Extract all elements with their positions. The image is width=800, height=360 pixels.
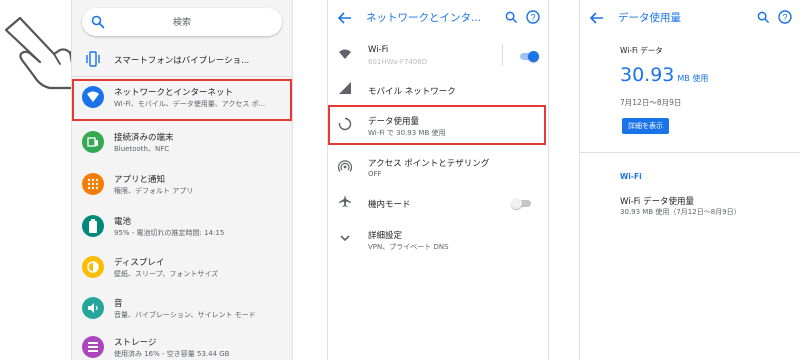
- battery-icon: [82, 215, 104, 237]
- network-item-subtitle: OFF: [368, 170, 382, 178]
- settings-item-title: ストレージ: [114, 338, 157, 348]
- storage-icon: [82, 336, 104, 358]
- settings-item-subtitle: 使用済み 16% - 空き容量 53.44 GB: [114, 350, 230, 358]
- search-placeholder: 検索: [172, 18, 191, 28]
- data-usage-toolbar: データ使用量 ?: [580, 0, 800, 36]
- wifi-data-label: Wi-Fi データ: [620, 46, 663, 55]
- network-item-wifi[interactable]: Wi-Fi 601HWa-F7408D: [328, 38, 548, 74]
- highlight-data-usage-item: [328, 105, 546, 145]
- wifi-signal-icon: [339, 49, 351, 59]
- settings-search-bar[interactable]: 検索: [82, 8, 282, 36]
- network-item-airplane[interactable]: 機内モード: [328, 185, 548, 221]
- chevron-down-icon: [340, 235, 350, 242]
- wifi-usage-subtitle: 30.93 MB 使用（7月12日～8月9日）: [620, 208, 741, 216]
- network-item-title: アクセス ポイントとテザリング: [368, 159, 490, 169]
- settings-item-title: 電池: [114, 217, 132, 227]
- svg-text:?: ?: [530, 13, 535, 23]
- network-toolbar: ネットワークとインタ... ?: [328, 0, 548, 36]
- highlight-network-item: [72, 79, 292, 121]
- wifi-usage-item[interactable]: Wi-Fi データ使用量 30.93 MB 使用（7月12日～8月9日）: [580, 190, 800, 226]
- network-item-mobile[interactable]: モバイル ネットワーク: [328, 72, 548, 108]
- network-item-advanced[interactable]: 詳細設定 VPN、プライベート DNS: [328, 222, 548, 258]
- network-item-title: Wi-Fi: [368, 45, 389, 55]
- vibrate-icon: [82, 48, 104, 70]
- wifi-section-header: Wi-Fi: [620, 172, 642, 181]
- network-item-subtitle: 601HWa-F7408D: [368, 58, 428, 66]
- settings-item-subtitle: 音量、バイブレーション、サイレント モード: [114, 311, 256, 319]
- settings-item-subtitle: Bluetooth、NFC: [114, 145, 170, 153]
- search-icon[interactable]: [757, 11, 770, 24]
- settings-item-storage[interactable]: ストレージ 使用済み 16% - 空き容量 53.44 GB: [72, 330, 292, 360]
- page-title: ネットワークとインタ...: [366, 12, 482, 24]
- settings-item-title: アプリと通知: [114, 175, 166, 185]
- display-icon: [82, 256, 104, 278]
- network-item-title: モバイル ネットワーク: [368, 87, 456, 97]
- network-item-title: 詳細設定: [368, 231, 403, 241]
- help-icon[interactable]: ?: [526, 10, 540, 24]
- network-item-title: 機内モード: [368, 200, 411, 210]
- settings-item-apps[interactable]: アプリと通知 権限、デフォルト アプリ: [72, 167, 292, 207]
- settings-item-subtitle: 権限、デフォルト アプリ: [114, 187, 194, 195]
- divider: [580, 152, 800, 153]
- settings-item-sound[interactable]: 音 音量、バイブレーション、サイレント モード: [72, 291, 292, 331]
- airplane-toggle[interactable]: [511, 198, 531, 209]
- usage-amount: 30.93 MB 使用: [620, 64, 708, 86]
- divider: [72, 76, 292, 77]
- settings-item-connected-devices[interactable]: 接続済みの端末 Bluetooth、NFC: [72, 125, 292, 165]
- back-arrow-icon[interactable]: [590, 11, 604, 25]
- apps-icon: [82, 173, 104, 195]
- settings-item-title: スマートフォンはバイブレーショ...: [114, 56, 250, 66]
- data-usage-panel: データ使用量 ? Wi-Fi データ 30.93 MB 使用 7月12日～8月9日…: [579, 0, 800, 360]
- wifi-toggle[interactable]: [518, 51, 539, 62]
- divider: [502, 44, 503, 66]
- help-icon[interactable]: ?: [778, 10, 792, 24]
- settings-item-title: 接続済みの端末: [114, 133, 174, 143]
- search-icon[interactable]: [505, 11, 518, 24]
- settings-item-display[interactable]: ディスプレイ 壁紙、スリープ、フォントサイズ: [72, 250, 292, 290]
- date-range: 7月12日～8月9日: [620, 98, 682, 107]
- settings-item-title: ディスプレイ: [114, 258, 165, 268]
- usage-value: 30.93: [620, 64, 675, 86]
- cellular-icon: [339, 82, 351, 94]
- usage-unit: MB 使用: [677, 74, 709, 83]
- network-item-hotspot[interactable]: アクセス ポイントとテザリング OFF: [328, 150, 548, 186]
- settings-main-panel: 検索 スマートフォンはバイブレーショ... ネットワークとインターネット Wi-…: [71, 0, 293, 360]
- wifi-usage-title: Wi-Fi データ使用量: [620, 197, 694, 207]
- hotspot-icon: [338, 160, 352, 172]
- network-settings-panel: ネットワークとインタ... ? Wi-Fi 601HWa-F7408D モバイル…: [327, 0, 549, 360]
- view-details-button[interactable]: 詳細を表示: [622, 118, 669, 134]
- back-arrow-icon[interactable]: [338, 11, 352, 25]
- settings-item-title: 音: [114, 299, 123, 309]
- network-item-subtitle: VPN、プライベート DNS: [368, 243, 449, 251]
- settings-item-battery[interactable]: 電池 95% - 電池切れの推定時間: 14:15: [72, 209, 292, 249]
- settings-item-subtitle: 壁紙、スリープ、フォントサイズ: [114, 270, 219, 278]
- svg-text:?: ?: [782, 13, 787, 23]
- settings-item-subtitle: 95% - 電池切れの推定時間: 14:15: [114, 229, 225, 237]
- airplane-icon: [339, 195, 351, 207]
- sound-icon: [82, 297, 104, 319]
- devices-icon: [82, 131, 104, 153]
- page-title: データ使用量: [618, 12, 681, 24]
